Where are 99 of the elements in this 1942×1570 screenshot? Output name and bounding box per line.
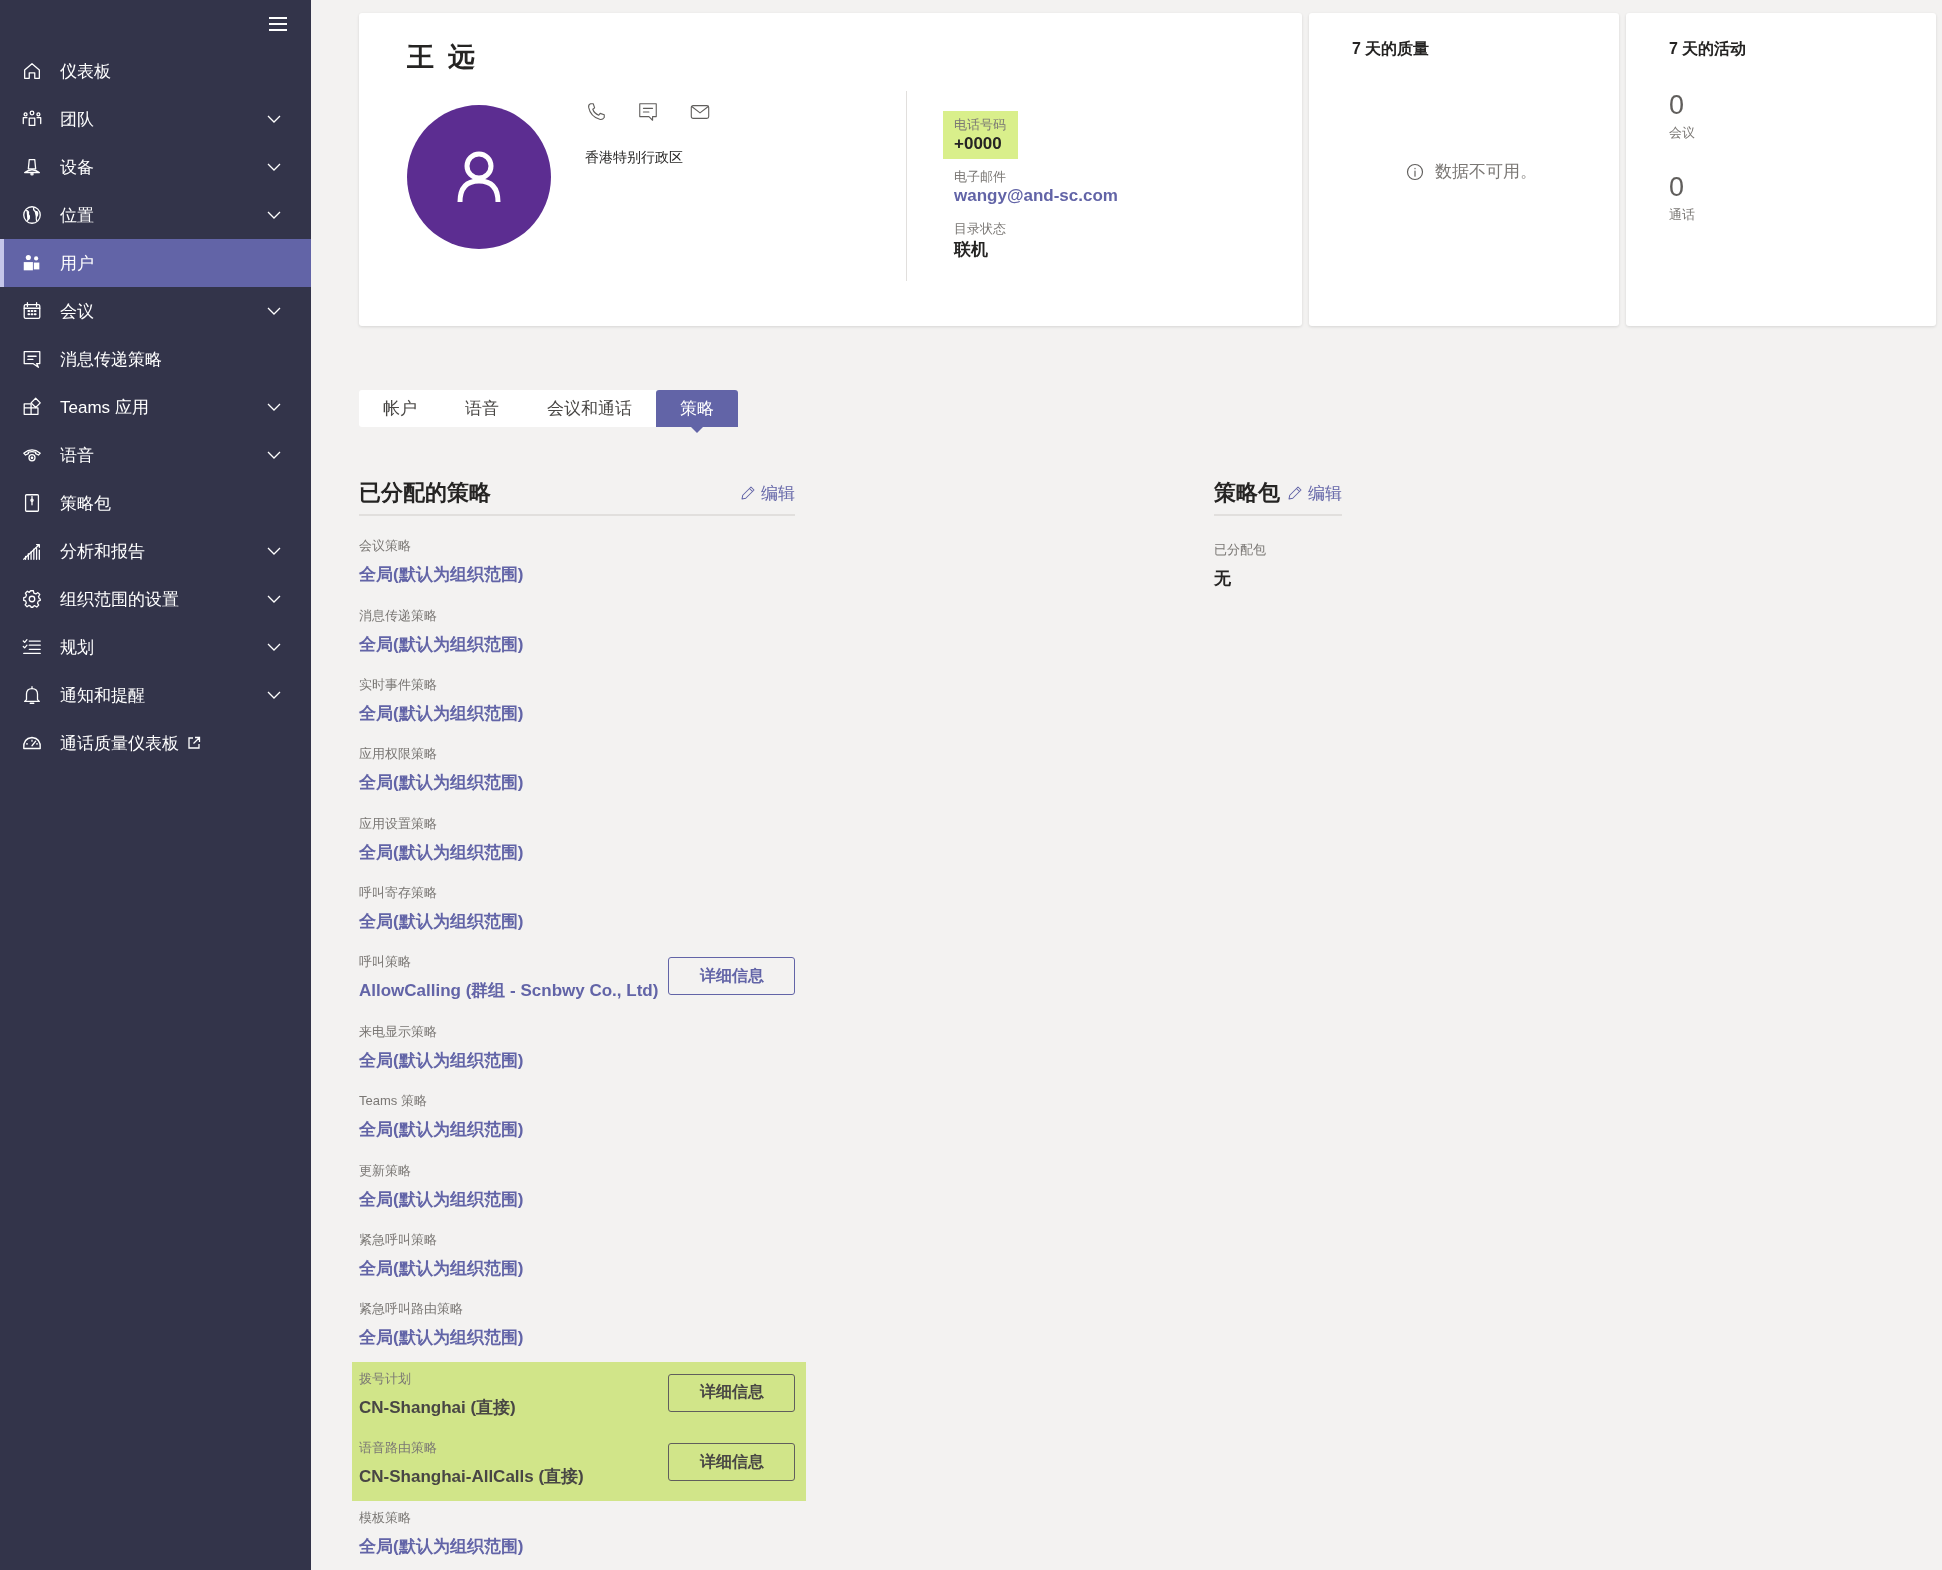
stat-value: 0 (1669, 172, 1686, 202)
stat-label: 会议 (1669, 124, 1696, 142)
info-icon (1405, 161, 1425, 182)
policy-link[interactable]: 全局(默认为组织范围) (359, 1534, 795, 1558)
policy-label: 模板策略 (359, 1508, 412, 1527)
nav-item[interactable]: 用户 (0, 239, 311, 287)
nav-item[interactable]: 通知和提醒 (0, 671, 311, 719)
bell-icon (21, 684, 43, 706)
calendar-icon (21, 300, 43, 322)
policy-link[interactable]: 全局(默认为组织范围) (359, 1048, 795, 1072)
policy-value[interactable]: CN-Shanghai (直接) (359, 1395, 668, 1419)
tab[interactable]: 策略 (656, 390, 738, 434)
policy-link[interactable]: AllowCalling (群组 - Scnbwy Co., Ltd) (359, 979, 668, 1003)
policy-label: 消息传递策略 (359, 606, 438, 625)
tab[interactable]: 帐户 (359, 390, 441, 428)
chevron-down-icon (267, 307, 281, 315)
location-text: 香港特别行政区 (585, 149, 684, 167)
pencil-icon (1286, 484, 1304, 503)
section-title: 已分配的策略 (359, 479, 491, 508)
chevron-down-icon (267, 595, 281, 603)
nav-item[interactable]: 消息传递策略 (0, 335, 311, 383)
chevron-down-icon (267, 691, 281, 699)
nav-item[interactable]: Teams 应用 (0, 383, 311, 431)
nav-item[interactable]: 组织范围的设置 (0, 575, 311, 623)
chat-icon (637, 101, 659, 123)
phone-icon (585, 101, 607, 123)
policy-link[interactable]: 全局(默认为组织范围) (359, 632, 795, 656)
nav-item[interactable]: 团队 (0, 95, 311, 143)
policy-label: 语音路由策略 (359, 1439, 438, 1458)
policy-label: 紧急呼叫路由策略 (359, 1300, 464, 1319)
chevron-down-icon (267, 451, 281, 459)
field-label: 电话号码 (954, 116, 1006, 134)
nav-item[interactable]: 分析和报告 (0, 527, 311, 575)
globe-icon (21, 204, 43, 226)
menu-icon (268, 16, 288, 32)
settings-icon (21, 588, 43, 610)
policy-value[interactable]: CN-Shanghai-AllCalls (直接) (359, 1465, 668, 1489)
tab[interactable]: 会议和通话 (523, 390, 656, 428)
message-icon (21, 348, 43, 370)
package-value: 无 (1214, 568, 1232, 591)
chevron-down-icon (267, 163, 281, 171)
policy-link[interactable]: 全局(默认为组织范围) (359, 771, 795, 795)
stat-value: 0 (1669, 90, 1686, 120)
details-button[interactable]: 详细信息 (668, 957, 795, 996)
package-label: 已分配包 (1214, 541, 1267, 560)
edit-link[interactable]: 编辑 (1286, 481, 1342, 505)
field-value: +0000 (954, 134, 1003, 154)
nav-item[interactable]: 仪表板 (0, 47, 311, 95)
policy-label: 呼叫寄存策略 (359, 884, 438, 903)
tab[interactable]: 语音 (441, 390, 523, 428)
pencil-icon (739, 484, 757, 503)
policy-label: 应用权限策略 (359, 745, 438, 764)
person-icon (456, 150, 502, 204)
chevron-down-icon (267, 211, 281, 219)
policy-link[interactable]: 全局(默认为组织范围) (359, 1118, 795, 1142)
field-value: 联机 (954, 239, 989, 261)
chevron-down-icon (267, 403, 281, 411)
email-link[interactable]: wangy@and-sc.com (954, 186, 1118, 205)
external-link-icon (187, 736, 201, 750)
field-label: 目录状态 (954, 220, 1006, 238)
policy-link[interactable]: 全局(默认为组织范围) (359, 1187, 795, 1211)
apps-icon (21, 396, 43, 418)
details-button[interactable]: 详细信息 (668, 1443, 795, 1482)
policy-link[interactable]: 全局(默认为组织范围) (359, 840, 795, 864)
policy-link[interactable]: 全局(默认为组织范围) (359, 910, 795, 934)
policy-label: 会议策略 (359, 537, 412, 556)
policy-label: 实时事件策略 (359, 675, 438, 694)
nav-item[interactable]: 位置 (0, 191, 311, 239)
policy-label: 应用设置策略 (359, 814, 438, 833)
policy-label: 更新策略 (359, 1161, 412, 1180)
policy-label: Teams 策略 (359, 1092, 428, 1111)
nav-item[interactable]: 策略包 (0, 479, 311, 527)
device-icon (21, 156, 43, 178)
policy-link[interactable]: 全局(默认为组织范围) (359, 563, 795, 587)
nav-item[interactable]: 通话质量仪表板 (0, 719, 311, 767)
policy-label: 来电显示策略 (359, 1022, 438, 1041)
user-name: 王 远 (407, 41, 479, 74)
field-label: 电子邮件 (954, 168, 1007, 186)
policy-label: 紧急呼叫策略 (359, 1231, 438, 1250)
chevron-down-icon (267, 643, 281, 651)
details-button[interactable]: 详细信息 (668, 1373, 795, 1412)
nav-item[interactable]: 语音 (0, 431, 311, 479)
policy-label: 呼叫策略 (359, 953, 412, 972)
stat-label: 通话 (1669, 206, 1696, 224)
chevron-down-icon (267, 547, 281, 555)
card-title: 7 天的质量 (1352, 39, 1431, 59)
policy-link[interactable]: 全局(默认为组织范围) (359, 1326, 795, 1350)
nav-item[interactable]: 设备 (0, 143, 311, 191)
card-title: 7 天的活动 (1669, 39, 1748, 59)
section-title: 策略包 (1214, 479, 1280, 508)
home-icon (21, 60, 43, 82)
policy-label: 拨号计划 (359, 1369, 412, 1388)
nav-item[interactable]: 会议 (0, 287, 311, 335)
chevron-down-icon (267, 115, 281, 123)
edit-link[interactable]: 编辑 (739, 481, 795, 505)
nav-item[interactable]: 规划 (0, 623, 311, 671)
no-data-message: 数据不可用。 (1435, 161, 1537, 183)
policy-link[interactable]: 全局(默认为组织范围) (359, 1257, 795, 1281)
policy-link[interactable]: 全局(默认为组织范围) (359, 701, 795, 725)
